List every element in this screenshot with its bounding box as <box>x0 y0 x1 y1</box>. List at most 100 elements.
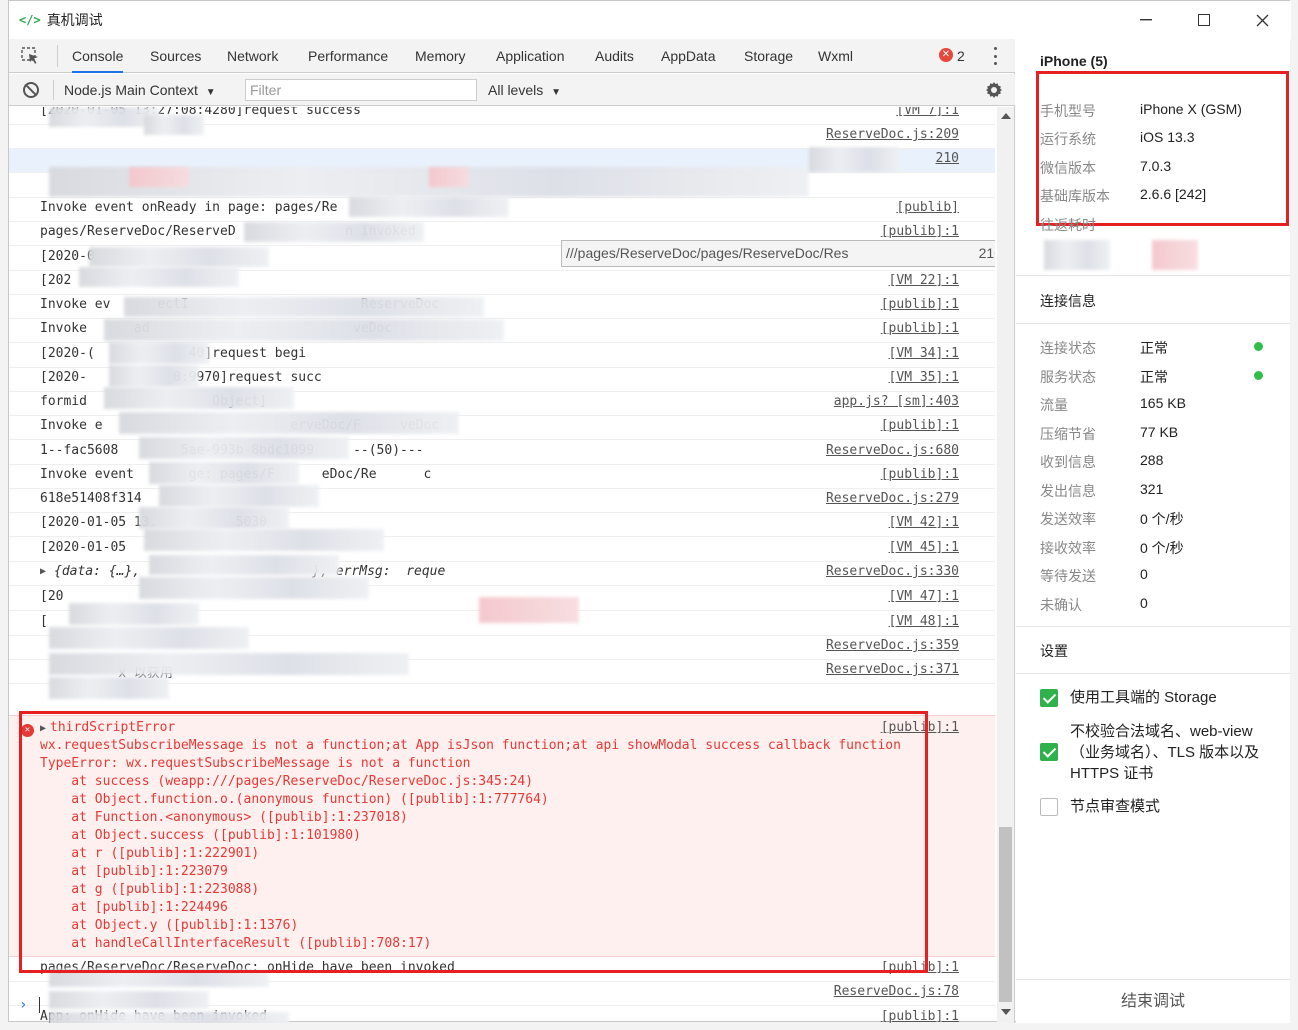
tab-wxml[interactable]: Wxml <box>818 39 853 73</box>
redacted-area <box>349 197 509 217</box>
redacted-area <box>79 267 239 287</box>
node-inspect-checkbox[interactable] <box>1040 798 1058 816</box>
clear-console-icon[interactable] <box>23 82 39 98</box>
title-bar: </> 真机调试 <box>9 1 1291 39</box>
domain-option-label: 不校验合法域名、web-view（业务域名）、TLS 版本以及 HTTPS 证书 <box>1070 723 1260 782</box>
devtools-panel: Console Sources Network Performance Memo… <box>9 39 1015 1023</box>
connection-key: 服务状态 <box>1040 369 1096 385</box>
source-link[interactable]: [VM 35]:1 <box>889 370 959 385</box>
source-link[interactable]: [publib] <box>896 200 959 215</box>
more-options-icon[interactable] <box>991 45 999 67</box>
close-button[interactable] <box>1233 1 1291 39</box>
tab-sources[interactable]: Sources <box>150 39 201 73</box>
source-link[interactable]: ReserveDoc.js:78 <box>834 984 959 999</box>
console-toolbar: Node.js Main Context ▼ Filter All levels… <box>9 74 1015 106</box>
redacted-area <box>809 147 899 172</box>
storage-checkbox[interactable] <box>1040 689 1058 707</box>
console-message: [2020-01-05 <box>40 540 127 555</box>
source-link[interactable]: [VM 42]:1 <box>889 515 959 530</box>
dropdown-arrow-icon: ▼ <box>205 87 216 98</box>
connection-key: 未确认 <box>1040 597 1082 613</box>
error-badge-icon[interactable]: ✕ <box>939 48 953 62</box>
source-link[interactable]: ReserveDoc.js:359 <box>826 638 959 653</box>
device-info-key: 手机型号 <box>1040 103 1096 119</box>
connection-key: 发出信息 <box>1040 483 1096 499</box>
source-link[interactable]: [VM 22]:1 <box>889 273 959 288</box>
console-message: [20 <box>40 589 64 604</box>
tab-application[interactable]: Application <box>496 39 565 73</box>
connection-value: 正常 <box>1140 369 1168 385</box>
console-message: [202 <box>40 273 72 288</box>
scroll-up-icon[interactable] <box>1001 113 1011 119</box>
tab-network[interactable]: Network <box>227 39 278 73</box>
tab-memory[interactable]: Memory <box>415 39 466 73</box>
tab-performance[interactable]: Performance <box>308 39 388 73</box>
source-link[interactable]: [publib]:1 <box>881 467 959 482</box>
tooltip-suffix: 210 <box>978 245 995 261</box>
source-link[interactable]: [VM 45]:1 <box>889 540 959 555</box>
devtools-tabbar: Console Sources Network Performance Memo… <box>9 39 1015 73</box>
source-link[interactable]: ReserveDoc.js:279 <box>826 491 959 506</box>
source-link[interactable]: [publib]:1 <box>881 297 959 312</box>
console-input-caret[interactable] <box>39 997 40 1013</box>
source-link[interactable]: [publib]:1 <box>881 418 959 433</box>
tab-storage[interactable]: Storage <box>744 39 793 73</box>
source-tooltip: ///pages/ReserveDoc/pages/ReserveDoc/Res… <box>561 240 995 267</box>
tab-console[interactable]: Console <box>72 39 124 73</box>
source-link[interactable]: ReserveDoc.js:209 <box>826 127 959 142</box>
redacted-area <box>104 319 504 341</box>
redacted-area <box>144 529 384 551</box>
console-message: 618e51408f314 <box>40 491 142 506</box>
expand-triangle-icon[interactable]: ▶ <box>40 566 46 577</box>
redacted-area <box>49 1012 289 1023</box>
source-link[interactable]: [VM 48]:1 <box>889 614 959 629</box>
device-info-value: iPhone X (GSM) <box>1140 101 1242 117</box>
source-link[interactable]: 210 <box>936 151 959 166</box>
connection-value: 321 <box>1140 481 1164 497</box>
source-link[interactable]: app.js? [sm]:403 <box>834 394 959 409</box>
source-link[interactable]: [publib]:1 <box>881 224 959 239</box>
source-link[interactable]: [publib]:1 <box>881 321 959 336</box>
tab-audits[interactable]: Audits <box>595 39 634 73</box>
redacted-area <box>124 297 484 317</box>
node-inspect-label: 节点审查模式 <box>1070 798 1161 815</box>
filter-input[interactable]: Filter <box>245 79 477 101</box>
source-link[interactable]: ReserveDoc.js:680 <box>826 443 959 458</box>
maximize-button[interactable] <box>1175 1 1233 39</box>
desktop-left-edge <box>0 0 8 1030</box>
end-debug-button[interactable]: 结束调试 <box>1016 979 1290 1023</box>
gear-icon[interactable] <box>985 81 1003 99</box>
source-link[interactable]: ReserveDoc.js:330 <box>826 564 959 579</box>
tab-appdata[interactable]: AppData <box>661 39 715 73</box>
source-link[interactable]: ReserveDoc.js:371 <box>826 662 959 677</box>
redacted-area <box>119 412 459 434</box>
connection-key: 流量 <box>1040 397 1068 413</box>
connection-key: 等待发送 <box>1040 568 1096 584</box>
log-levels-select[interactable]: All levels ▼ <box>488 74 561 106</box>
prompt-chevron-icon: › <box>19 997 28 1013</box>
window-title: 真机调试 <box>46 12 103 28</box>
redacted-area <box>109 342 209 364</box>
minimize-button[interactable] <box>1117 1 1175 39</box>
device-info-key: 运行系统 <box>1040 131 1096 147</box>
console-scrollbar[interactable] <box>997 107 1014 1023</box>
redacted-area <box>104 387 294 409</box>
inspect-element-icon[interactable] <box>21 47 41 65</box>
source-link[interactable]: [VM 47]:1 <box>889 589 959 604</box>
connection-key: 发送效率 <box>1040 511 1096 527</box>
domain-check-checkbox[interactable] <box>1040 743 1058 761</box>
device-title: iPhone (5) <box>1040 53 1108 69</box>
scroll-thumb[interactable] <box>999 827 1012 1002</box>
context-select[interactable]: Node.js Main Context ▼ <box>64 74 216 106</box>
device-info-value: iOS 13.3 <box>1140 129 1195 145</box>
connection-key: 连接状态 <box>1040 340 1096 356</box>
close-icon <box>1256 14 1268 26</box>
maximize-icon <box>1198 14 1210 26</box>
error-count[interactable]: 2 <box>957 39 965 73</box>
redacted-area <box>89 247 269 267</box>
scroll-down-icon[interactable] <box>1001 1009 1011 1015</box>
source-link[interactable]: [VM 7]:1 <box>896 107 959 118</box>
source-link[interactable]: [VM 34]:1 <box>889 346 959 361</box>
source-link[interactable]: [publib]:1 <box>881 1009 959 1023</box>
console-message: Invoke event onReady in page: pages/Re <box>40 200 338 215</box>
